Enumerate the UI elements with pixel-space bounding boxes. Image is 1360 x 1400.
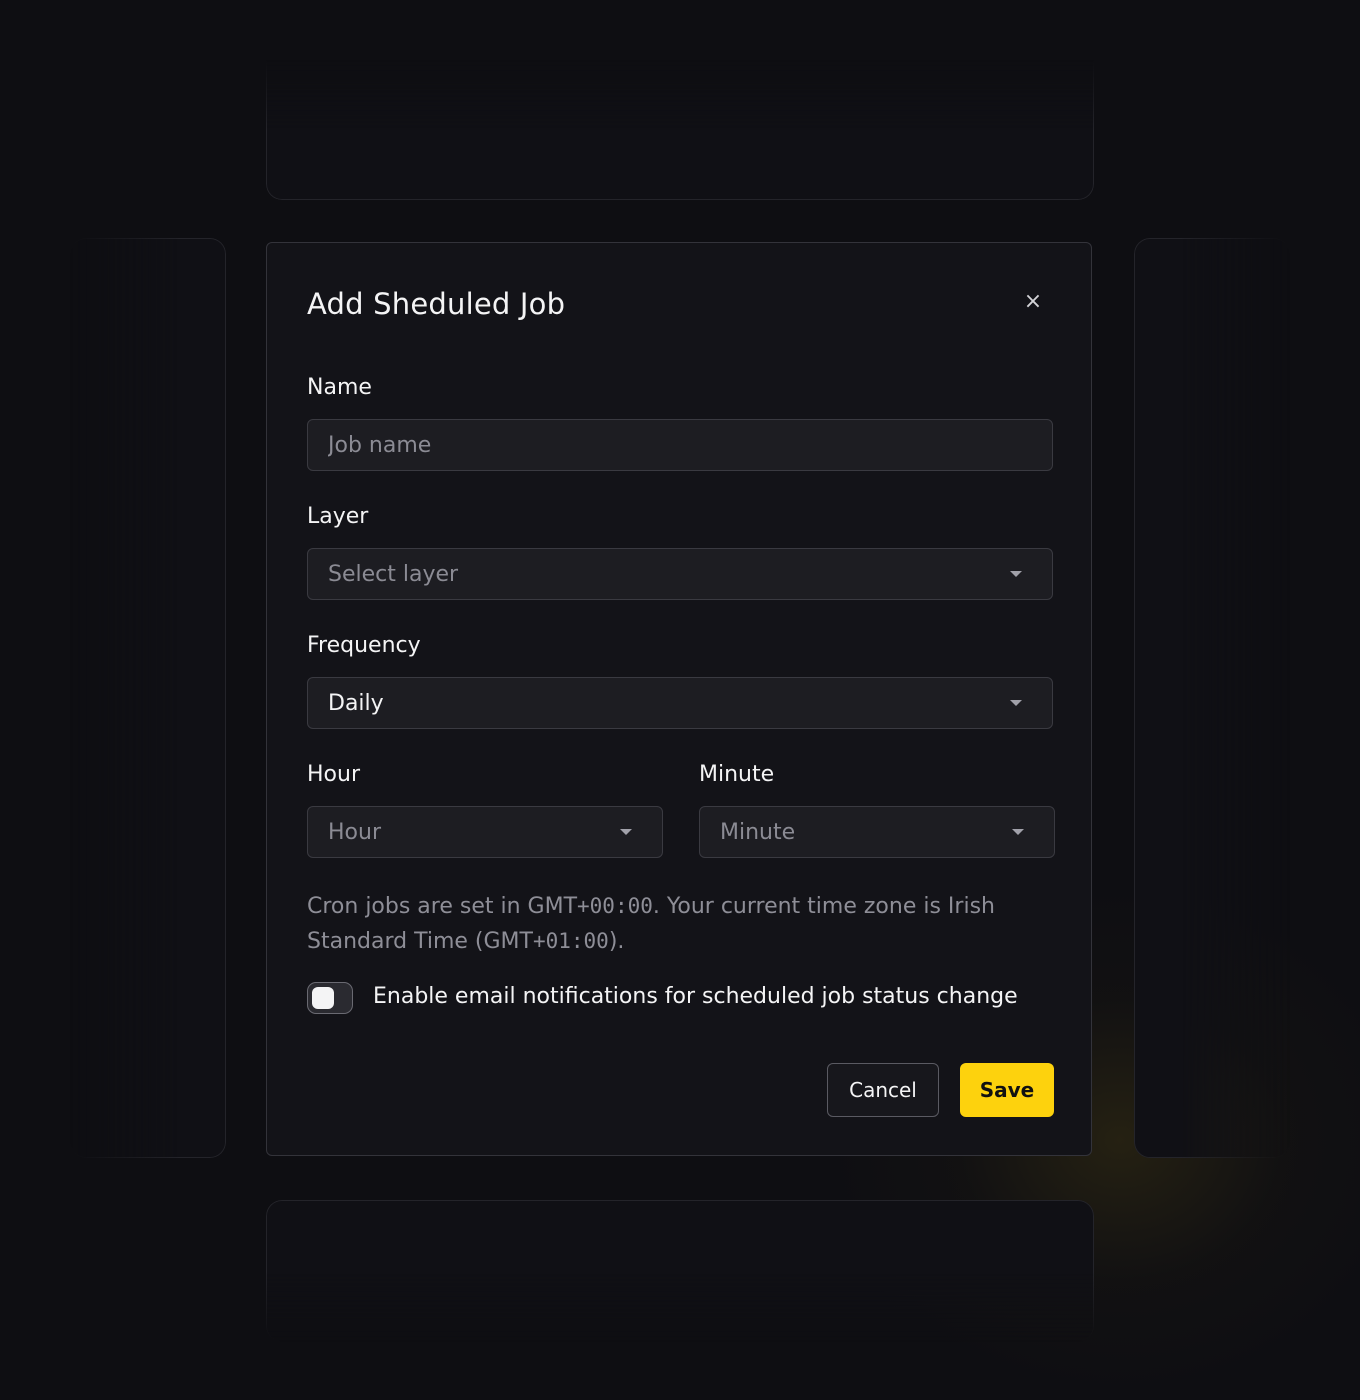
layer-select-placeholder: Select layer: [328, 561, 459, 587]
background-card-bottom: [266, 1200, 1094, 1342]
job-name-input[interactable]: [328, 432, 1052, 458]
frequency-select-value: Daily: [328, 690, 384, 716]
frequency-label: Frequency: [307, 633, 421, 658]
background-card-left: [70, 238, 226, 1158]
info-text-part: ).: [608, 929, 625, 954]
caret-down-icon: [1010, 700, 1022, 706]
hour-label: Hour: [307, 762, 360, 787]
background-card-right: [1134, 238, 1290, 1158]
toggle-knob: [312, 987, 334, 1009]
layer-label: Layer: [307, 504, 369, 529]
info-text-part: Cron jobs are set in GMT: [307, 894, 578, 919]
minute-label: Minute: [699, 762, 775, 787]
background-card-top: [266, 60, 1094, 200]
email-notifications-toggle[interactable]: [307, 982, 353, 1014]
timezone-info-text: Cron jobs are set in GMT+00:00. Your cur…: [307, 889, 1007, 959]
close-icon: ×: [1023, 288, 1043, 314]
name-field[interactable]: [307, 419, 1053, 471]
minute-select[interactable]: Minute: [699, 806, 1055, 858]
dialog-title: Add Sheduled Job: [307, 287, 566, 321]
caret-down-icon: [620, 829, 632, 835]
hour-select[interactable]: Hour: [307, 806, 663, 858]
minute-select-placeholder: Minute: [720, 819, 796, 845]
local-offset: +01:00: [532, 929, 609, 953]
caret-down-icon: [1012, 829, 1024, 835]
hour-select-placeholder: Hour: [328, 819, 381, 845]
save-button[interactable]: Save: [960, 1063, 1054, 1117]
add-scheduled-job-dialog: Add Sheduled Job × Name Layer Select lay…: [266, 242, 1092, 1156]
gmt-offset: +00:00: [577, 894, 653, 918]
email-notifications-label: Enable email notifications for scheduled…: [373, 984, 1018, 1009]
layer-select[interactable]: Select layer: [307, 548, 1053, 600]
name-label: Name: [307, 375, 372, 400]
cancel-button[interactable]: Cancel: [827, 1063, 939, 1117]
close-button[interactable]: ×: [1019, 287, 1047, 315]
frequency-select[interactable]: Daily: [307, 677, 1053, 729]
caret-down-icon: [1010, 571, 1022, 577]
